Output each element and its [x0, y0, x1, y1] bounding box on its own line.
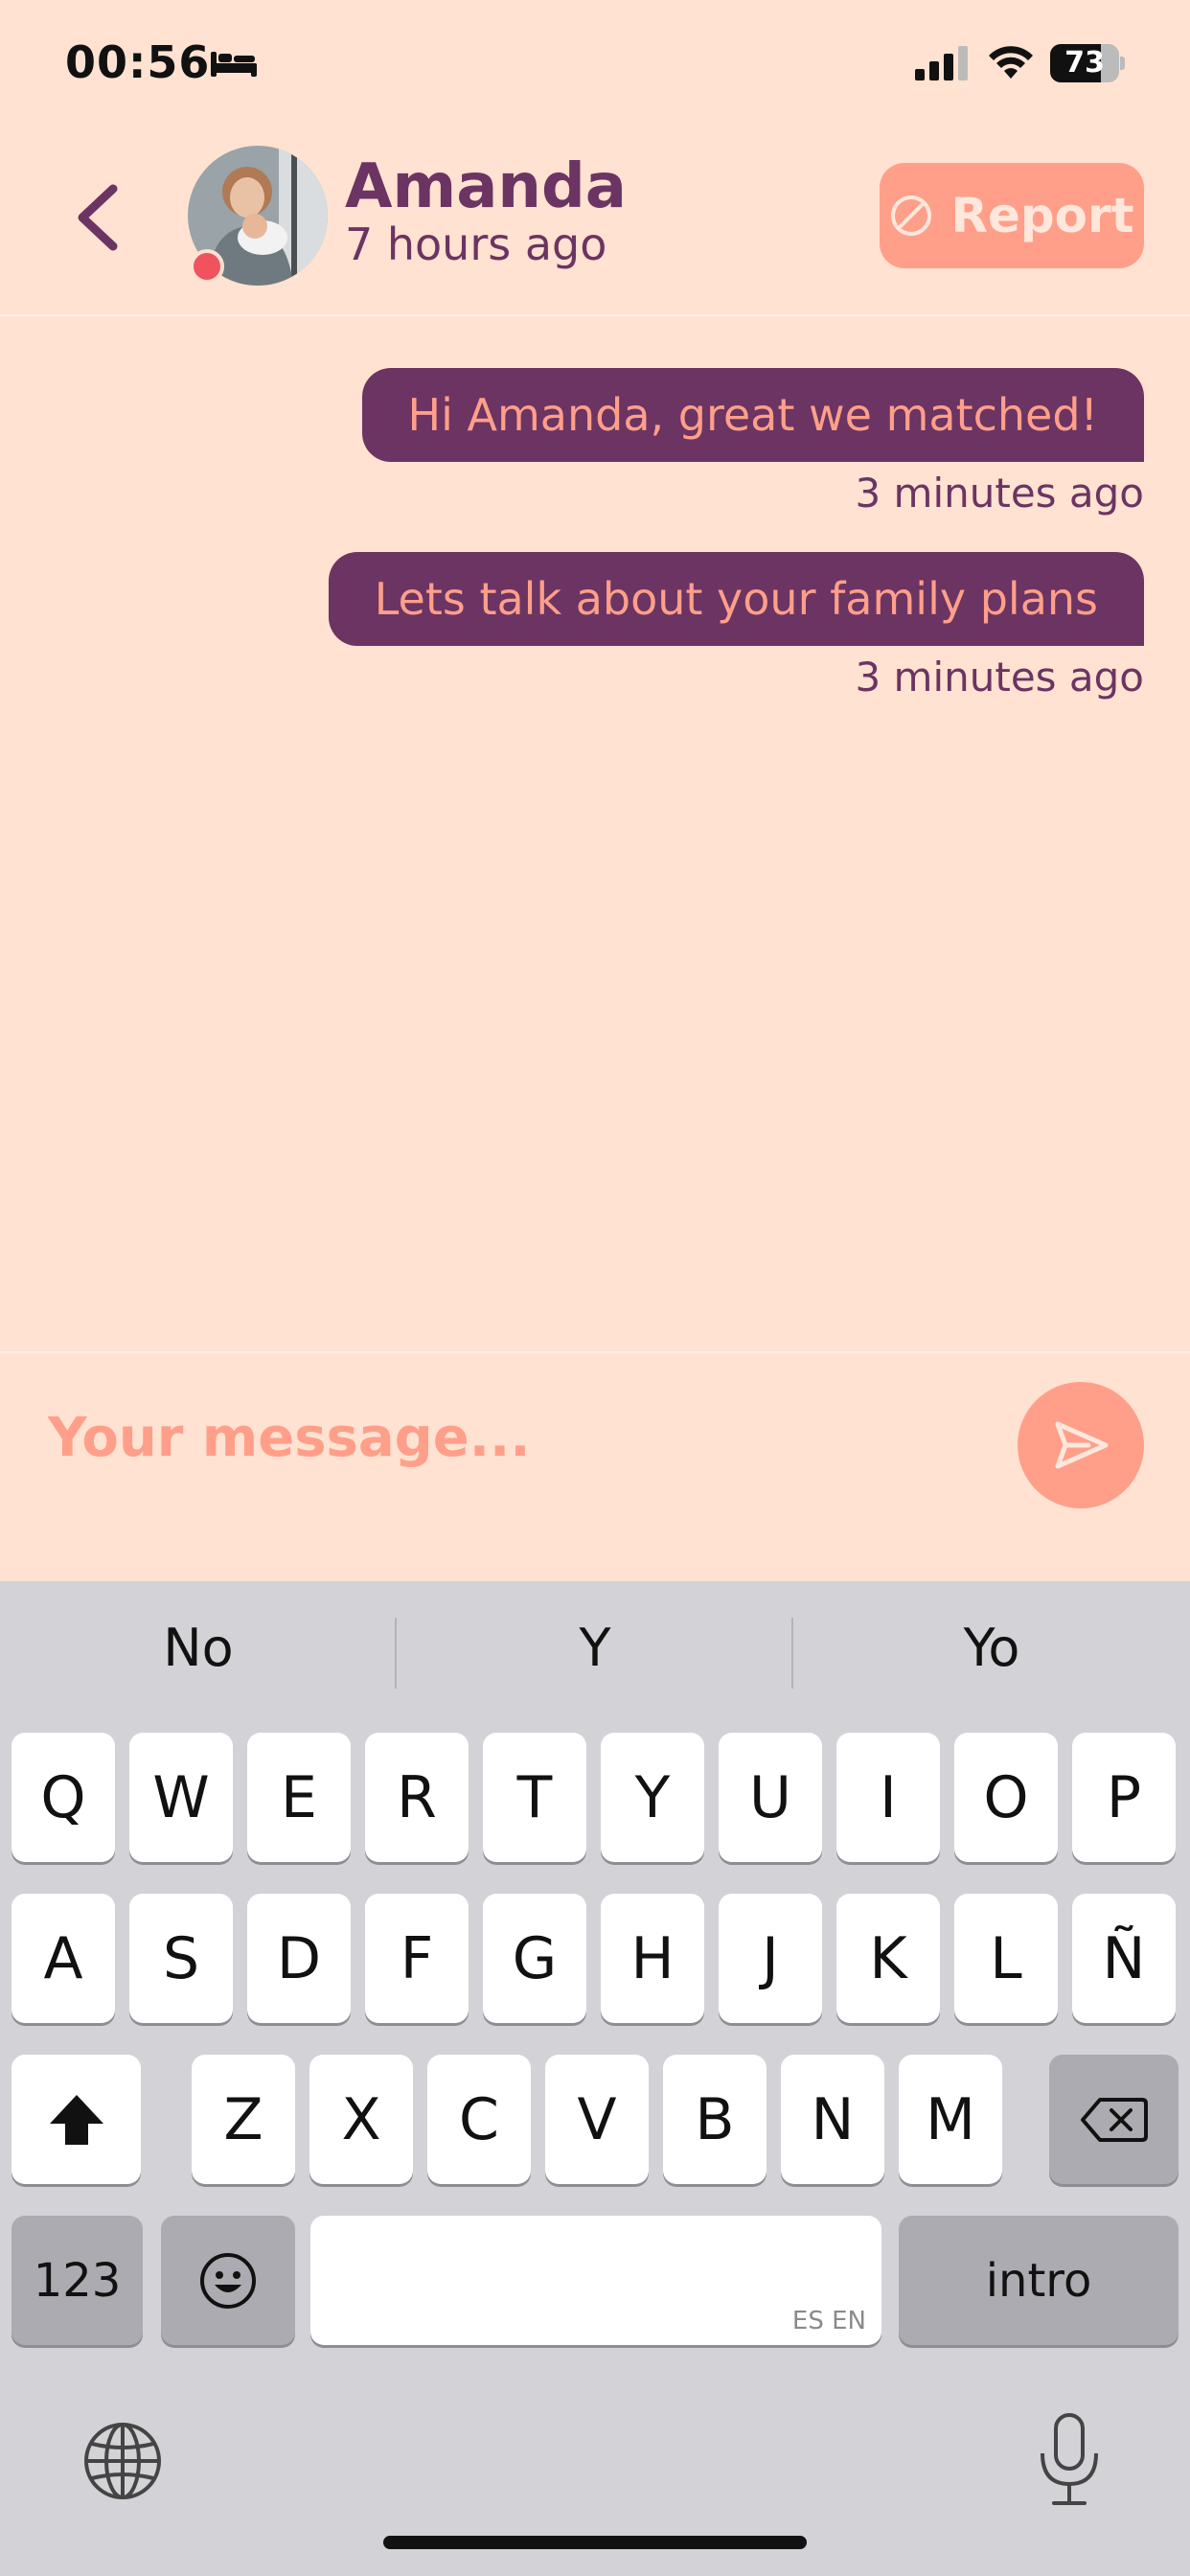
- key-x[interactable]: X: [309, 2055, 413, 2184]
- last-seen-text: 7 hours ago: [345, 218, 607, 270]
- send-icon: [1055, 1421, 1109, 1469]
- key-v[interactable]: V: [545, 2055, 649, 2184]
- key-g[interactable]: G: [483, 1894, 586, 2023]
- message-bubble[interactable]: Lets talk about your family plans: [328, 552, 1144, 646]
- status-time: 00:56: [65, 36, 211, 88]
- chevron-left-icon: [78, 184, 118, 251]
- message-bubble[interactable]: Hi Amanda, great we matched!: [361, 368, 1144, 462]
- key-b[interactable]: B: [663, 2055, 767, 2184]
- numbers-key[interactable]: 123: [11, 2216, 143, 2345]
- key-l[interactable]: L: [954, 1894, 1058, 2023]
- key-u[interactable]: U: [719, 1733, 822, 1862]
- key-i[interactable]: I: [836, 1733, 940, 1862]
- report-button[interactable]: Report: [880, 163, 1144, 268]
- message-timestamp: 3 minutes ago: [855, 654, 1144, 701]
- key-y[interactable]: Y: [601, 1733, 704, 1862]
- space-language-label: ES EN: [791, 2307, 866, 2335]
- battery-level: 73: [1064, 46, 1105, 80]
- back-button[interactable]: [57, 168, 134, 264]
- key-r[interactable]: R: [365, 1733, 469, 1862]
- key-q[interactable]: Q: [11, 1733, 115, 1862]
- suggestion[interactable]: No: [0, 1618, 397, 1678]
- key-c[interactable]: C: [427, 2055, 531, 2184]
- dictation-button[interactable]: [1023, 2407, 1115, 2513]
- contact-name[interactable]: Amanda: [345, 151, 627, 222]
- suggestion[interactable]: Yo: [793, 1618, 1190, 1678]
- wifi-icon: [989, 46, 1033, 79]
- composer-divider: [0, 1351, 1190, 1353]
- send-button[interactable]: [1018, 1382, 1144, 1508]
- emoji-key[interactable]: [161, 2216, 295, 2345]
- microphone-icon: [1041, 2413, 1098, 2505]
- delete-key[interactable]: [1049, 2055, 1179, 2184]
- backspace-icon: [1080, 2097, 1148, 2142]
- key-p[interactable]: P: [1072, 1733, 1176, 1862]
- key-o[interactable]: O: [954, 1733, 1058, 1862]
- bed-icon: [211, 52, 257, 77]
- key-e[interactable]: E: [247, 1733, 351, 1862]
- space-key[interactable]: ES EN: [310, 2216, 881, 2345]
- suggestion[interactable]: Y: [397, 1618, 793, 1678]
- header-divider: [0, 314, 1190, 316]
- shift-icon: [49, 2094, 103, 2145]
- key-n-tilde[interactable]: Ñ: [1072, 1894, 1176, 2023]
- key-w[interactable]: W: [129, 1733, 233, 1862]
- key-z[interactable]: Z: [192, 2055, 295, 2184]
- signal-icon: [915, 46, 968, 80]
- home-indicator[interactable]: [383, 2536, 807, 2549]
- key-d[interactable]: D: [247, 1894, 351, 2023]
- message-input[interactable]: [48, 1399, 958, 1476]
- key-s[interactable]: S: [129, 1894, 233, 2023]
- report-label: Report: [950, 188, 1134, 243]
- key-n[interactable]: N: [781, 2055, 884, 2184]
- globe-icon: [84, 2423, 161, 2499]
- message-timestamp: 3 minutes ago: [855, 470, 1144, 517]
- online-status-dot: [190, 249, 224, 284]
- key-f[interactable]: F: [365, 1894, 469, 2023]
- key-m[interactable]: M: [899, 2055, 1002, 2184]
- key-j[interactable]: J: [719, 1894, 822, 2023]
- return-key[interactable]: intro: [899, 2216, 1179, 2345]
- emoji-icon: [200, 2252, 256, 2309]
- globe-button[interactable]: [77, 2415, 169, 2507]
- battery-indicator: 73: [1050, 44, 1125, 82]
- key-a[interactable]: A: [11, 1894, 115, 2023]
- key-h[interactable]: H: [601, 1894, 704, 2023]
- key-k[interactable]: K: [836, 1894, 940, 2023]
- key-t[interactable]: T: [483, 1733, 586, 1862]
- shift-key[interactable]: [11, 2055, 141, 2184]
- block-icon: [891, 196, 932, 236]
- keyboard: No Y Yo Q W E R T Y U I O P A S D F G H …: [0, 1581, 1190, 2576]
